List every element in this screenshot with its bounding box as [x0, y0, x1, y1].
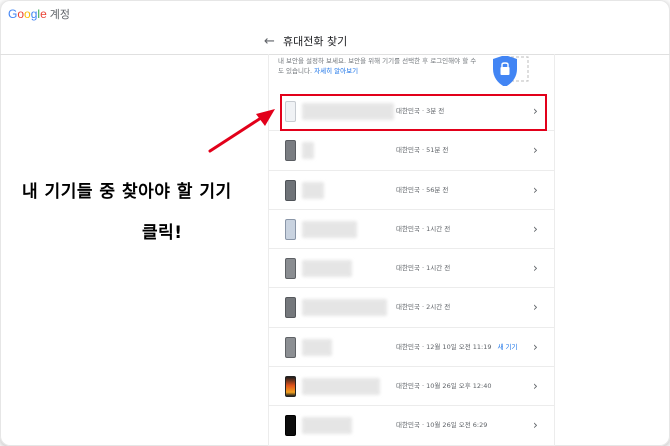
device-status: 대한민국 · 56분 전 [396, 185, 449, 194]
device-row[interactable]: 대한민국 · 51분 전 › [268, 131, 555, 171]
info-description: 내 보안을 설정하 보세요. 보안을 위해 기기를 선택한 후 로그인해야 할 … [278, 57, 477, 75]
chevron-right-icon: › [533, 300, 538, 315]
chevron-right-icon: › [533, 418, 538, 433]
screenshot-frame: Google 계정 ← 휴대전화 찾기 내 보안을 설정하 보세요. 보안을 위해… [0, 0, 670, 446]
phone-black-icon [285, 415, 296, 437]
device-name-blurred [302, 417, 352, 435]
chevron-right-icon: › [533, 379, 538, 394]
device-row[interactable]: 대한민국 · 1시간 전 › [268, 210, 555, 250]
device-name-blurred [302, 142, 314, 160]
phone-dark-icon [285, 297, 296, 319]
back-arrow-icon[interactable]: ← [264, 32, 275, 52]
device-status: 대한민국 · 1시간 전 [396, 224, 451, 233]
chevron-right-icon: › [533, 182, 538, 197]
device-row[interactable]: 대한민국 · 12월 10일 오전 11:19 새 기기 › [268, 328, 555, 368]
new-device-label: 새 기기 [497, 342, 518, 351]
device-status: 대한민국 · 12월 10일 오전 11:19 새 기기 [396, 342, 518, 351]
learn-more-link[interactable]: 자세히 알아보기 [314, 67, 358, 75]
phone-dark-icon [285, 140, 296, 162]
device-row[interactable]: 대한민국 · 56분 전 › [268, 171, 555, 210]
phone-dark-icon [285, 336, 296, 358]
device-row[interactable]: 대한민국 · 10월 26일 오전 6:29 › [268, 406, 555, 446]
phone-blue-icon [285, 218, 296, 240]
red-arrow-icon [208, 109, 275, 153]
highlight-box [280, 94, 547, 131]
phone-dark-icon [285, 258, 296, 280]
annotation-line-1: 내 기기들 중 찾아야 할 기기 [22, 182, 232, 202]
device-name-blurred [302, 260, 352, 278]
phone-orange-icon [285, 376, 296, 398]
annotation-line-2: 클릭! [142, 223, 183, 243]
device-list: 대한민국 · 3분 전 › 대한민국 · 51분 전 › 대한민국 · 56분 … [268, 92, 555, 446]
service-label: 계정 [49, 8, 71, 21]
info-text: 내 보안을 설정하 보세요. 보안을 위해 기기를 선택한 후 로그인해야 할 … [278, 56, 478, 78]
device-name-blurred [302, 378, 380, 396]
google-account-logo[interactable]: Google 계정 [8, 6, 70, 22]
phone-dark-icon [285, 179, 296, 201]
page-title: 휴대전화 찾기 [283, 35, 348, 48]
google-logo: Google [8, 7, 47, 21]
device-name-blurred [302, 220, 357, 238]
device-row[interactable]: 대한민국 · 10월 26일 오후 12:40 › [268, 367, 555, 407]
device-name-blurred [302, 181, 324, 199]
chevron-right-icon: › [533, 221, 538, 236]
page-header: ← 휴대전화 찾기 [0, 32, 670, 52]
chevron-right-icon: › [533, 261, 538, 276]
device-status: 대한민국 · 1시간 전 [396, 264, 451, 273]
device-name-blurred [302, 299, 387, 317]
device-row[interactable]: 대한민국 · 1시간 전 › [268, 249, 555, 289]
chevron-right-icon: › [533, 339, 538, 354]
shield-lock-icon [493, 56, 529, 86]
device-status: 대한민국 · 2시간 전 [396, 303, 451, 312]
device-status: 대한민국 · 10월 26일 오후 12:40 [396, 382, 492, 391]
device-status: 대한민국 · 51분 전 [396, 146, 449, 155]
device-name-blurred [302, 338, 332, 356]
device-row[interactable]: 대한민국 · 2시간 전 › [268, 288, 555, 328]
device-status: 대한민국 · 10월 26일 오전 6:29 [396, 421, 488, 430]
chevron-right-icon: › [533, 143, 538, 158]
